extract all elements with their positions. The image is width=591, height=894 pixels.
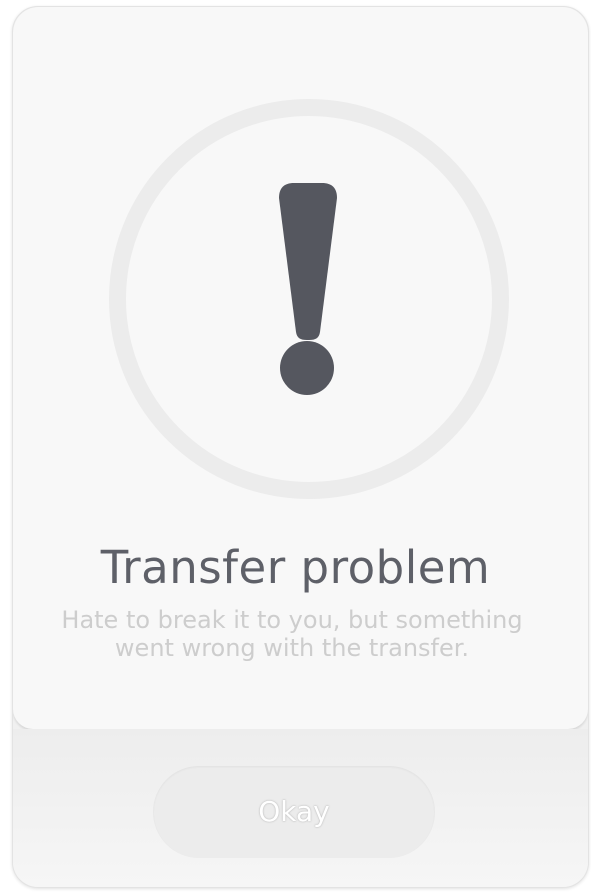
- dialog-message: Hate to break it to you, but something w…: [61, 606, 523, 662]
- exclamation-dot: [280, 341, 334, 395]
- exclamation-bar: [279, 183, 337, 340]
- okay-button[interactable]: Okay: [153, 766, 435, 858]
- exclamation-icon: [279, 183, 337, 395]
- dialog-title: Transfer problem: [100, 541, 491, 594]
